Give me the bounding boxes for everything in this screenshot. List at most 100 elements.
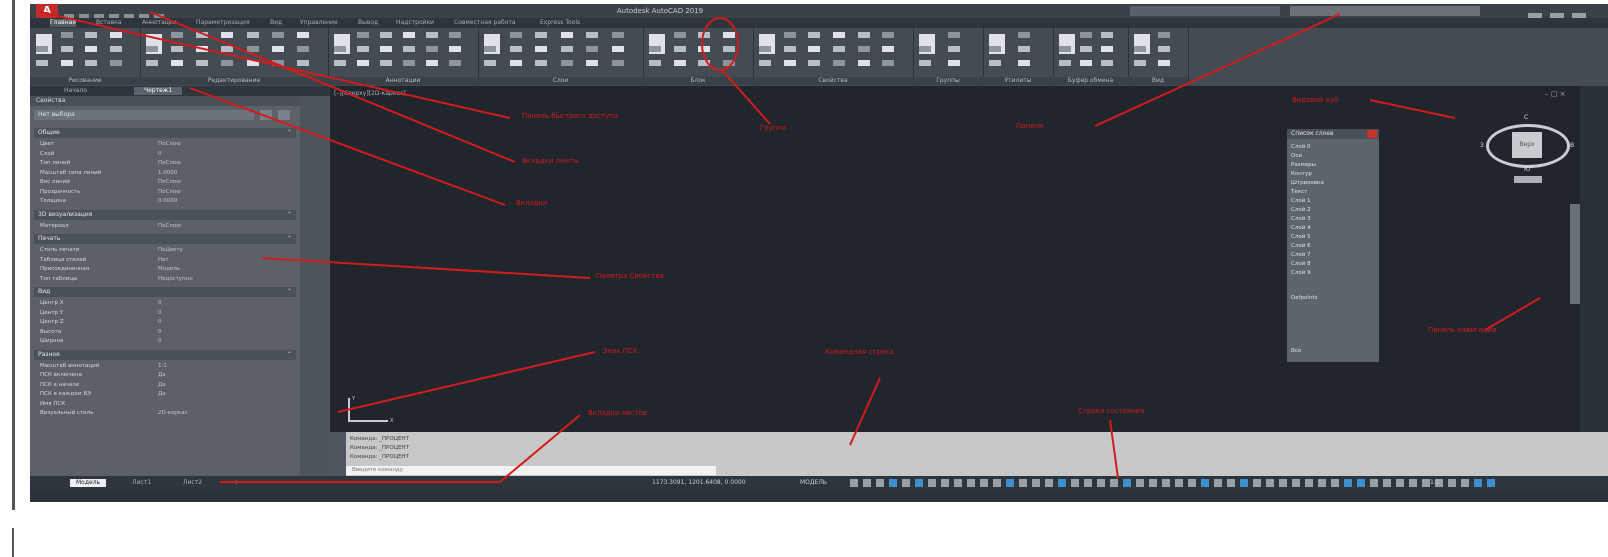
status-toggle-icon[interactable] [1487, 479, 1495, 487]
ribbon-tool-icon[interactable] [808, 32, 821, 38]
ribbon-tool-icon[interactable] [560, 46, 573, 52]
status-toggle-icon[interactable] [1162, 479, 1170, 487]
ribbon-tool-icon[interactable] [611, 60, 624, 66]
property-row[interactable]: Масштаб типа линий 1.0000 [40, 169, 296, 178]
ribbon-tool-icon[interactable] [380, 32, 392, 38]
ribbon-tool-icon[interactable] [783, 46, 796, 52]
ribbon-tool-icon[interactable] [1080, 46, 1092, 52]
layer-item[interactable]: Контур [1291, 170, 1361, 178]
ribbon-tool-icon[interactable] [919, 60, 931, 66]
chevron-up-icon[interactable]: ⌃ [287, 287, 292, 297]
ribbon-tool-icon[interactable] [449, 46, 461, 52]
ribbon-tool-icon[interactable] [1018, 46, 1030, 52]
status-toggle-icon[interactable] [915, 479, 923, 487]
ribbon-tool-icon[interactable] [196, 60, 209, 66]
ribbon-tool-icon[interactable] [611, 46, 624, 52]
property-row[interactable]: Толщина 0.0000 [40, 197, 296, 206]
status-toggle-icon[interactable] [850, 479, 858, 487]
ribbon-tool-icon[interactable] [426, 32, 438, 38]
properties-scrollbar[interactable] [300, 96, 330, 476]
ribbon-tool-icon[interactable] [246, 32, 259, 38]
ribbon-tool-icon[interactable] [426, 46, 438, 52]
ribbon-tool-icon[interactable] [560, 32, 573, 38]
ribbon-tab[interactable]: Управление [300, 19, 338, 27]
ribbon-tool-icon[interactable] [535, 60, 547, 66]
ribbon-tool-icon[interactable] [357, 46, 369, 52]
ribbon-tool-icon[interactable] [36, 46, 48, 52]
status-toggle-icon[interactable] [1396, 479, 1404, 487]
layer-item[interactable]: Слой 7 [1291, 251, 1361, 259]
properties-section-header[interactable]: Разное ⌃ [34, 349, 296, 360]
ribbon-tool-icon[interactable] [221, 60, 234, 66]
layer-item[interactable]: Слой 9 [1291, 269, 1361, 277]
ribbon-tool-icon[interactable] [271, 32, 284, 38]
property-row[interactable]: Присоединенная Модель [40, 265, 296, 274]
layer-item[interactable]: Слой 5 [1291, 233, 1361, 241]
status-toggle-icon[interactable] [1097, 479, 1105, 487]
ribbon-panel-title[interactable]: Утилиты [983, 77, 1053, 85]
ribbon-tab[interactable]: Совместная работа [454, 19, 516, 27]
property-value[interactable]: 0.0000 [158, 197, 177, 206]
layer-item[interactable]: Слой 2 [1291, 206, 1361, 214]
ribbon-tool-icon[interactable] [649, 46, 661, 52]
status-toggle-icon[interactable] [980, 479, 988, 487]
ribbon-tool-icon[interactable] [426, 60, 438, 66]
ribbon-tool-icon[interactable] [783, 60, 796, 66]
status-toggle-icon[interactable] [1175, 479, 1183, 487]
property-value[interactable]: 0 [158, 309, 162, 318]
property-row[interactable]: ПСК в начале Да [40, 381, 296, 390]
property-value[interactable]: 2D-каркас [158, 409, 188, 418]
ribbon-tool-icon[interactable] [611, 32, 624, 38]
property-row[interactable]: Центр X 0 [40, 299, 296, 308]
ribbon-tool-icon[interactable] [60, 60, 73, 66]
ribbon-tool-icon[interactable] [1018, 60, 1030, 66]
ribbon-tool-icon[interactable] [146, 46, 158, 52]
ribbon-tool-icon[interactable] [380, 46, 392, 52]
application-menu-button[interactable]: A [36, 4, 58, 18]
navigation-bar[interactable] [1570, 204, 1580, 304]
ribbon-tool-icon[interactable] [403, 60, 415, 66]
property-row[interactable]: Вес линий ПоСлою [40, 178, 296, 187]
status-toggle-icon[interactable] [1474, 479, 1482, 487]
ribbon-tool-icon[interactable] [722, 60, 735, 66]
ribbon-tool-icon[interactable] [1134, 60, 1146, 66]
search-input[interactable] [1290, 6, 1480, 16]
sign-in-field[interactable] [1130, 6, 1280, 16]
status-toggle-icon[interactable] [889, 479, 897, 487]
layout-tab[interactable]: + [228, 479, 245, 487]
ribbon-tool-icon[interactable] [296, 46, 309, 52]
status-toggle-icon[interactable] [954, 479, 962, 487]
ribbon-tool-icon[interactable] [1059, 60, 1071, 66]
status-toggle-icon[interactable] [1149, 479, 1157, 487]
status-toggle-icon[interactable] [1422, 479, 1430, 487]
ribbon-tab[interactable]: Главная [50, 19, 76, 27]
ribbon-panel-title[interactable]: Буфер обмена [1053, 77, 1128, 85]
ribbon-tab[interactable]: Вставка [96, 19, 121, 27]
ribbon-panel-title[interactable]: Группы [913, 77, 983, 85]
compass-south[interactable]: Ю [1524, 166, 1530, 173]
ribbon-tool-icon[interactable] [1158, 46, 1170, 52]
ribbon-tool-icon[interactable] [857, 60, 870, 66]
layout-tab[interactable]: Лист1 [126, 479, 157, 487]
ribbon-tool-icon[interactable] [1101, 32, 1113, 38]
ribbon-panel-title[interactable]: Редактирование [140, 77, 328, 85]
ribbon-tool-icon[interactable] [698, 46, 710, 52]
ribbon-tool-icon[interactable] [673, 60, 686, 66]
compass-north[interactable]: С [1524, 114, 1528, 121]
status-toggle-icon[interactable] [1136, 479, 1144, 487]
status-toggle-icon[interactable] [1084, 479, 1092, 487]
ribbon-tool-icon[interactable] [271, 46, 284, 52]
property-row[interactable]: Таблица стилей Нет [40, 256, 296, 265]
ribbon-tool-icon[interactable] [759, 46, 771, 52]
properties-section-header[interactable]: Печать ⌃ [34, 234, 296, 244]
status-toggle-icon[interactable] [993, 479, 1001, 487]
ribbon-tool-icon[interactable] [586, 60, 598, 66]
ribbon-tool-icon[interactable] [698, 32, 710, 38]
ribbon-panel-title[interactable]: Вид [1128, 77, 1188, 85]
property-row[interactable]: ПСК в каждом ВЭ Да [40, 390, 296, 399]
status-toggle-icon[interactable] [1188, 479, 1196, 487]
status-toggle-icon[interactable] [902, 479, 910, 487]
ribbon-tool-icon[interactable] [403, 32, 415, 38]
ribbon-tool-icon[interactable] [109, 60, 122, 66]
property-row[interactable]: ПСК включена Да [40, 371, 296, 380]
